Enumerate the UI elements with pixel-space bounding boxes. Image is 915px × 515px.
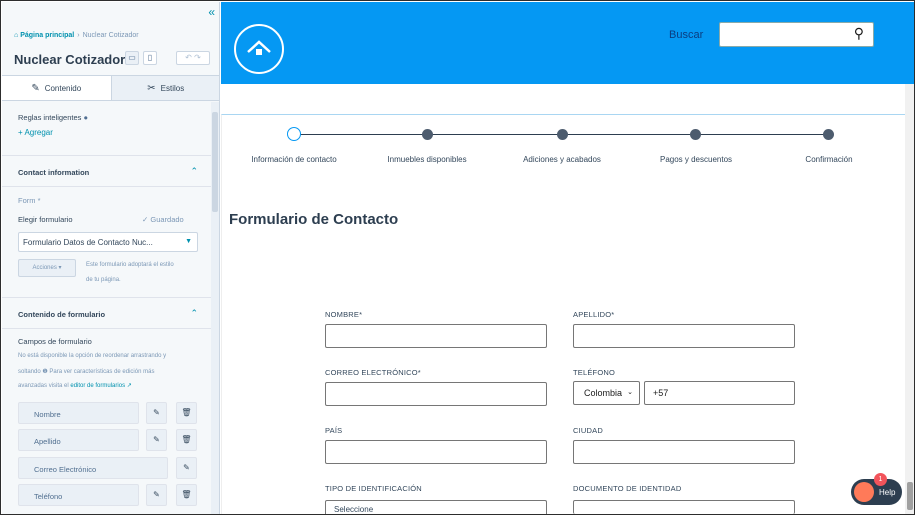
smart-rules-label: Reglas inteligentes ●: [18, 113, 88, 122]
field-chip-nombre[interactable]: Nombre: [18, 402, 139, 424]
field-chip-telefono[interactable]: Teléfono: [18, 484, 139, 506]
scrollbar-thumb[interactable]: [907, 482, 913, 510]
form-title: Formulario de Contacto: [229, 211, 399, 228]
fields-note-3: avanzadas visita el editor de formulario…: [18, 383, 132, 389]
trash-icon[interactable]: 🗑: [176, 484, 197, 506]
preview-scrollbar[interactable]: [905, 84, 914, 514]
breadcrumb: ⌂ Página principal › Nuclear Cotizador: [14, 32, 139, 39]
step-dot-2[interactable]: [422, 129, 433, 140]
label-telefono: TELÉFONO: [573, 368, 616, 377]
form-content-section-header[interactable]: Contenido de formulario ⌃: [2, 297, 212, 329]
pencil-icon: ✎: [31, 82, 40, 94]
breadcrumb-current: Nuclear Cotizador: [82, 32, 139, 39]
actions-button[interactable]: Acciones ▾: [18, 259, 76, 277]
fields-note-2: soltando ❶ Para ver características de e…: [18, 369, 155, 375]
form-label: Form *: [18, 196, 41, 205]
input-documento[interactable]: [573, 500, 795, 514]
label-apellido: APELLIDO*: [573, 310, 615, 319]
input-nombre[interactable]: [325, 324, 547, 348]
contact-section-header[interactable]: Contact information ⌃: [2, 155, 212, 187]
scissors-icon: ✂: [147, 82, 156, 94]
scrollbar-thumb[interactable]: [212, 112, 218, 212]
search-icon[interactable]: ⚲: [854, 25, 864, 42]
step-label-1: Información de contacto: [251, 155, 337, 164]
avatar: [854, 482, 874, 502]
search-input[interactable]: ⚲: [719, 22, 874, 47]
sidebar-scrollbar[interactable]: [211, 102, 219, 514]
step-label-5: Confirmación: [805, 155, 853, 164]
label-documento: DOCUMENTO DE IDENTIDAD: [573, 484, 682, 493]
trash-icon[interactable]: 🗑: [176, 429, 197, 451]
label-correo: CORREO ELECTRÓNICO*: [325, 368, 421, 377]
house-logo-icon[interactable]: [234, 24, 284, 74]
chevron-up-icon: ⌃: [190, 166, 198, 176]
edit-pencil-icon[interactable]: ✎: [176, 457, 197, 479]
form-card: Información de contacto Inmuebles dispon…: [221, 114, 905, 514]
fields-label: Campos de formulario: [18, 337, 92, 346]
input-pais[interactable]: [325, 440, 547, 464]
step-label-2: Inmuebles disponibles: [387, 155, 467, 164]
editor-content: Reglas inteligentes ● + Agregar Contact …: [2, 102, 212, 514]
label-nombre: NOMBRE*: [325, 310, 363, 319]
label-ciudad: CIUDAD: [573, 426, 603, 435]
input-ciudad[interactable]: [573, 440, 795, 464]
page-title: Nuclear Cotizador: [14, 52, 126, 67]
notification-badge: 1: [874, 473, 887, 486]
step-dot-3[interactable]: [557, 129, 568, 140]
label-tipo-id: TIPO DE IDENTIFICACIÓN: [325, 484, 422, 493]
breadcrumb-home[interactable]: ⌂ Página principal: [14, 32, 74, 39]
input-apellido[interactable]: [573, 324, 795, 348]
step-label-4: Pagos y descuentos: [659, 155, 733, 164]
id-type-select[interactable]: Seleccione: [325, 500, 547, 514]
tab-contenido[interactable]: ✎ Contenido: [2, 76, 112, 100]
edit-pencil-icon[interactable]: ✎: [146, 484, 167, 506]
input-correo[interactable]: [325, 382, 547, 406]
step-dot-5[interactable]: [823, 129, 834, 140]
collapse-sidebar-icon[interactable]: «: [208, 5, 215, 19]
site-header: Buscar ⚲: [221, 2, 914, 84]
form-select[interactable]: Formulario Datos de Contacto Nuc... ▼: [18, 232, 198, 252]
undo-redo-buttons[interactable]: ↶ ↷: [176, 51, 210, 65]
tab-estilos[interactable]: ✂ Estilos: [111, 76, 219, 100]
editor-tabs: ✎ Contenido ✂ Estilos: [2, 75, 219, 101]
desktop-preview-icon[interactable]: ▭: [125, 51, 139, 65]
input-telefono[interactable]: +57: [644, 381, 795, 405]
saved-status: ✓ Guardado: [142, 215, 184, 224]
trash-icon[interactable]: 🗑: [176, 402, 197, 424]
form-editor-link[interactable]: editor de formularios ↗: [70, 383, 131, 389]
edit-pencil-icon[interactable]: ✎: [146, 429, 167, 451]
mobile-preview-icon[interactable]: ▯: [143, 51, 157, 65]
fields-note-1: No está disponible la opción de reordena…: [18, 353, 167, 359]
edit-pencil-icon[interactable]: ✎: [146, 402, 167, 424]
actions-note-1: Este formulario adoptará el estilo: [86, 262, 174, 268]
choose-form-label: Elegir formulario: [18, 215, 73, 224]
actions-note-2: de tu página.: [86, 277, 121, 283]
country-code-select[interactable]: Colombia ⌄: [573, 381, 640, 405]
label-pais: PAÍS: [325, 426, 343, 435]
search-label: Buscar: [669, 29, 704, 41]
editor-sidebar: « ⌂ Página principal › Nuclear Cotizador N…: [2, 2, 220, 514]
chevron-down-icon: ⌄: [627, 389, 633, 396]
page-preview: Buscar ⚲ Información de contacto Inmuebl…: [221, 2, 914, 514]
app-frame: « ⌂ Página principal › Nuclear Cotizador N…: [0, 0, 915, 515]
info-icon: ●: [83, 113, 88, 122]
step-dot-1[interactable]: [287, 127, 301, 141]
caret-down-icon: ▼: [185, 238, 192, 245]
add-smart-rule-link[interactable]: + Agregar: [18, 128, 53, 137]
step-dot-4[interactable]: [690, 129, 701, 140]
field-chip-correo[interactable]: Correo Electrónico: [18, 457, 168, 479]
field-chip-apellido[interactable]: Apellido: [18, 429, 139, 451]
chevron-up-icon: ⌃: [190, 308, 198, 318]
step-label-3: Adiciones y acabados: [523, 155, 601, 164]
